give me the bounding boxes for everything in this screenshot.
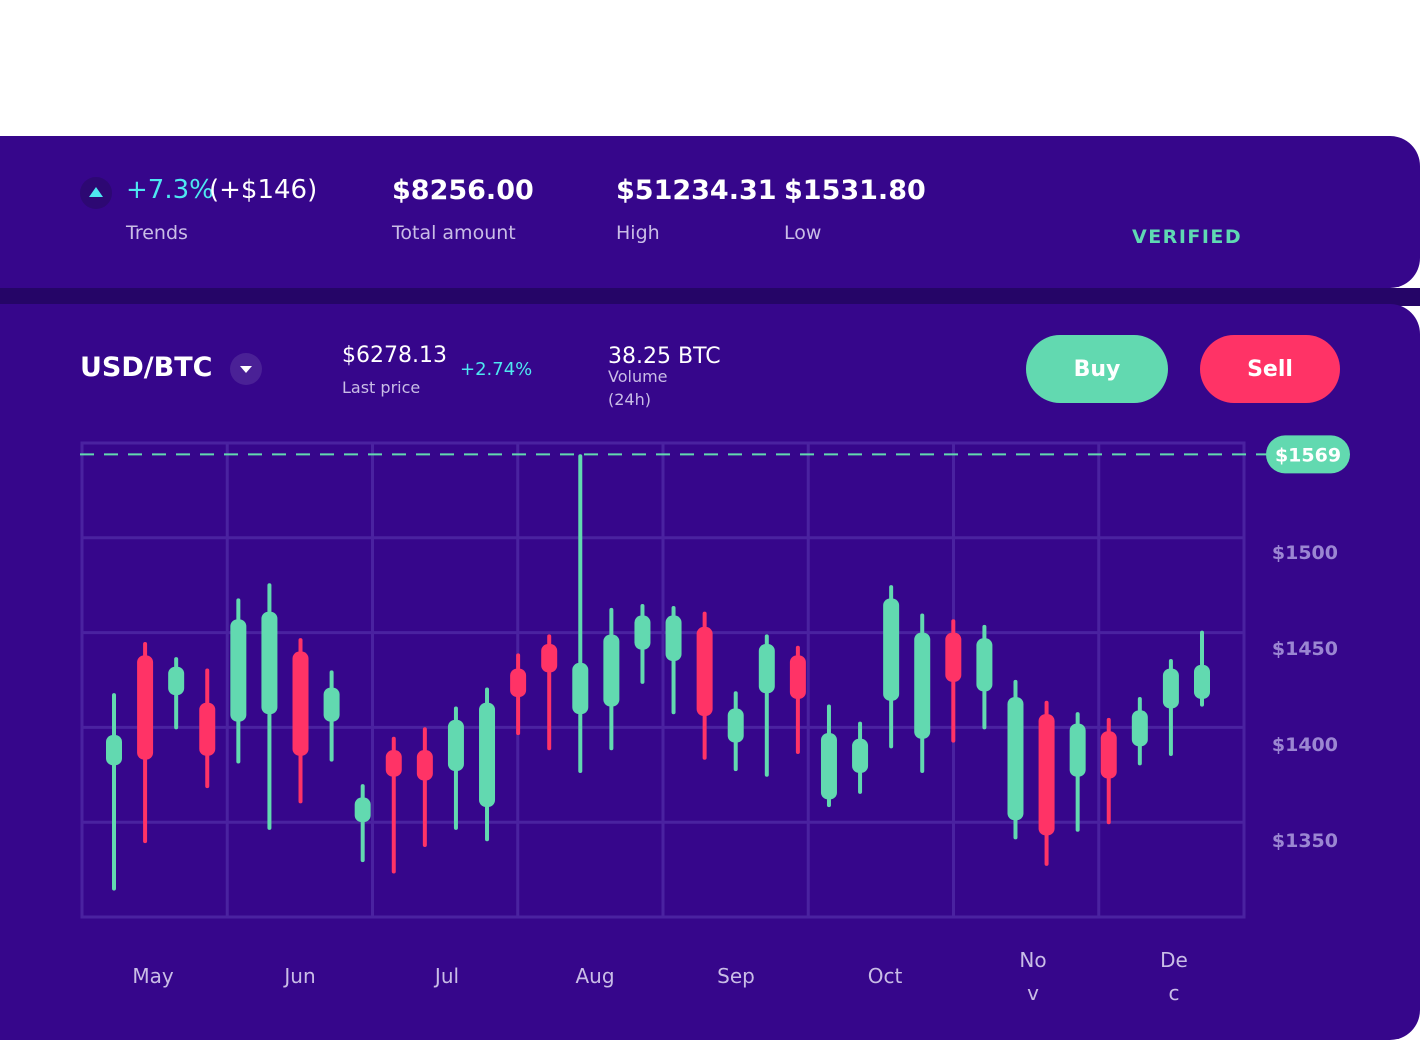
- y-axis-tick-label: $1500: [1272, 542, 1338, 564]
- candlestick-chart: $1600$1500$1450$1400$1350$1569MayJunJulA…: [80, 435, 1350, 1005]
- candle-body: [665, 615, 682, 662]
- candle-body: [510, 668, 527, 698]
- candle-body: [883, 598, 900, 701]
- x-axis-month-label: Oct: [868, 964, 903, 988]
- x-axis-month-label: Aug: [575, 964, 614, 988]
- candle-body: [137, 655, 154, 760]
- candle-body: [603, 634, 620, 707]
- x-axis-month-label: c: [1169, 981, 1180, 1005]
- candle-body: [1100, 731, 1117, 779]
- x-axis-month-label: Sep: [717, 964, 755, 988]
- candle-body: [230, 619, 247, 722]
- candle-body: [820, 733, 837, 800]
- candle-body: [541, 643, 558, 673]
- candle-body: [1194, 664, 1210, 699]
- candle-body: [447, 719, 464, 772]
- candle-body: [634, 615, 651, 650]
- candle-body: [852, 738, 869, 773]
- candle-body: [168, 666, 185, 696]
- candle-body: [323, 687, 340, 722]
- candle-body: [292, 651, 309, 756]
- x-axis-month-label: No: [1019, 948, 1046, 972]
- candle-body: [758, 643, 775, 694]
- y-axis-tick-label: $1350: [1272, 830, 1338, 852]
- candle-body: [354, 797, 371, 823]
- candle-body: [1007, 697, 1024, 821]
- candle-body: [385, 750, 402, 777]
- x-axis-month-label: Jun: [282, 964, 315, 988]
- candle-body: [1162, 668, 1179, 709]
- candle-body: [727, 708, 744, 743]
- candle-body: [199, 702, 216, 756]
- candle-body: [416, 750, 433, 781]
- candle-body: [696, 626, 713, 717]
- candle-body: [261, 611, 278, 715]
- current-price-tag-label: $1569: [1275, 444, 1341, 466]
- candle-body: [1069, 723, 1086, 777]
- candle-body: [106, 734, 122, 766]
- candle-body: [479, 702, 496, 808]
- candle-body: [945, 632, 962, 682]
- y-axis-tick-label: $1400: [1272, 734, 1338, 756]
- candle-body: [1131, 710, 1148, 747]
- candle-body: [976, 638, 993, 692]
- candle-body: [1038, 714, 1055, 836]
- candle-body: [789, 655, 806, 699]
- y-axis-tick-label: $1450: [1272, 638, 1338, 660]
- x-axis-month-label: v: [1027, 981, 1039, 1005]
- x-axis-month-label: Jul: [433, 964, 459, 988]
- candle-body: [572, 662, 589, 715]
- candle-body: [914, 632, 931, 739]
- x-axis-month-label: May: [132, 964, 174, 988]
- x-axis-month-label: De: [1160, 948, 1188, 972]
